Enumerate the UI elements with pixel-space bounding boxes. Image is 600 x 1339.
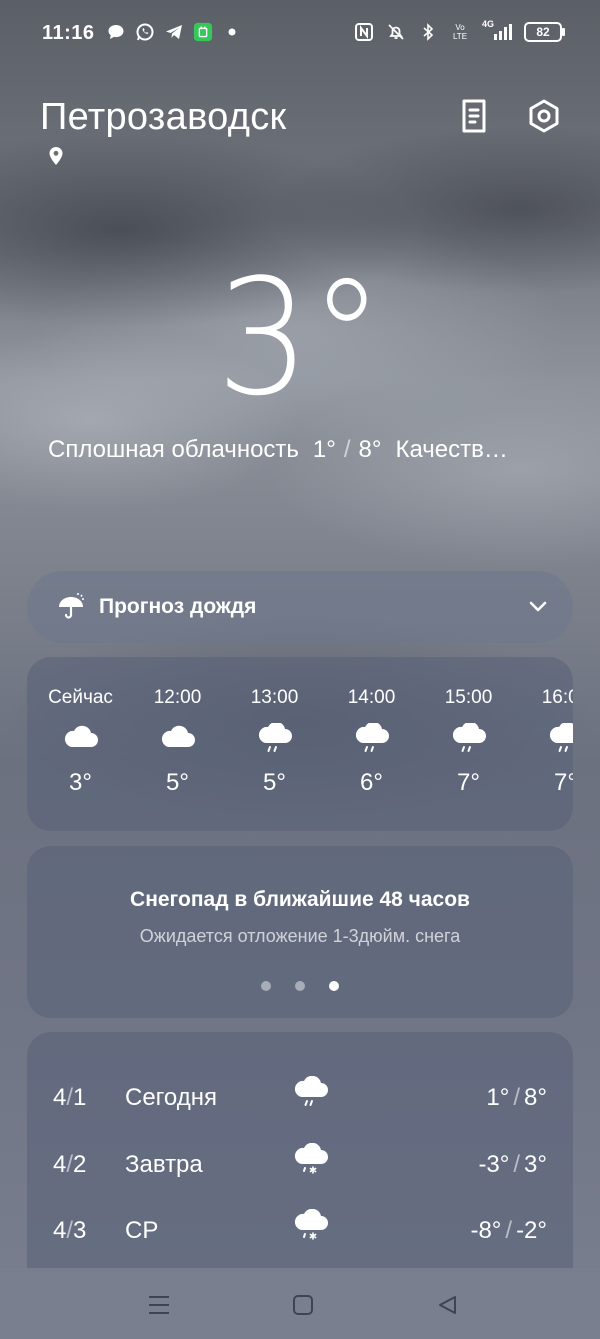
hour-time: 14:00 xyxy=(347,687,396,708)
telegram-icon xyxy=(164,22,184,42)
rain-cloud-icon xyxy=(258,723,292,752)
hour-temp: 7° xyxy=(554,769,573,796)
hourly-forecast-card[interactable]: Сейчас 3° 12:00 5° 13:00 5° 14:00 6° 15:… xyxy=(27,657,573,831)
day-date: 4/2 xyxy=(53,1151,87,1178)
today-low: 1° xyxy=(312,436,336,463)
day-temp-range: -8° / -2° xyxy=(470,1217,547,1244)
hour-item: 12:00 5° xyxy=(129,657,226,797)
alert-subtitle: Ожидается отложение 1-3дюйм. снега xyxy=(139,926,461,946)
current-temperature: 3° xyxy=(216,244,384,431)
carousel-pagination xyxy=(27,981,573,991)
rain-forecast-label: Прогноз дождя xyxy=(99,595,257,618)
hour-temp: 3° xyxy=(69,769,92,796)
condition-summary: Сплошная облачность 1° / 8° Качеств… xyxy=(48,436,558,464)
hour-temp: 7° xyxy=(457,769,480,796)
day-name: Сегодня xyxy=(125,1084,217,1111)
umbrella-icon xyxy=(59,593,84,619)
daily-row-today[interactable]: 4/1 Сегодня 1°/8° xyxy=(27,1075,573,1116)
condition-text: Сплошная облачность xyxy=(48,436,299,463)
rain-cloud-icon xyxy=(355,723,389,752)
chevron-down-icon[interactable] xyxy=(527,595,549,617)
signal-4g-icon: 4G xyxy=(482,19,512,42)
weather-alert-card[interactable]: Снегопад в ближайшие 48 часов Ожидается … xyxy=(27,846,573,1018)
day-date: 4/1 xyxy=(53,1084,87,1111)
hourly-strip[interactable]: Сейчас 3° 12:00 5° 13:00 5° 14:00 6° 15:… xyxy=(27,657,573,797)
today-high: 8° xyxy=(358,436,382,463)
rain-cloud-icon xyxy=(549,723,573,752)
dot-icon xyxy=(222,22,242,42)
settings-button[interactable] xyxy=(524,96,564,136)
hour-time: 13:00 xyxy=(250,687,299,708)
rain-forecast-card[interactable]: Прогноз дождя xyxy=(27,571,573,643)
whatsapp-icon xyxy=(135,22,155,42)
rain-cloud-icon xyxy=(452,723,486,752)
hour-item: 15:00 7° xyxy=(420,657,517,797)
document-icon xyxy=(462,99,486,133)
daily-row-tomorrow[interactable]: 4/2 Завтра -3°/3° xyxy=(27,1142,573,1183)
hour-item: 16:00 7° xyxy=(517,657,573,797)
battery-indicator: 82 xyxy=(524,22,565,42)
hour-temp: 6° xyxy=(360,769,383,796)
notification-icons xyxy=(106,22,242,42)
day-temp-range: 1°/8° xyxy=(486,1084,547,1111)
daily-forecast-card: 4/1 Сегодня 1°/8° 4/2 Завтра -3°/3° 4/3 … xyxy=(27,1032,573,1272)
nfc-icon xyxy=(354,22,374,42)
volte-icon: Vo LTE xyxy=(452,23,468,41)
page-dot-active[interactable] xyxy=(329,981,339,991)
hour-time: 12:00 xyxy=(153,687,202,708)
menu-lines-icon xyxy=(149,1296,169,1314)
sleet-cloud-icon xyxy=(294,1208,328,1240)
location-pin-icon xyxy=(48,146,64,171)
page-dot[interactable] xyxy=(295,981,305,991)
recent-apps-button[interactable] xyxy=(144,1290,174,1320)
day-temp-range: -3°/3° xyxy=(478,1151,547,1178)
alert-title: Снегопад в ближайшие 48 часов xyxy=(130,888,470,911)
daily-row-wednesday[interactable]: 4/3 СР -8° / -2° xyxy=(27,1208,573,1249)
bluetooth-icon xyxy=(418,22,438,42)
temp-separator: / xyxy=(343,436,351,463)
square-icon xyxy=(293,1295,313,1315)
day-name: СР xyxy=(125,1217,159,1244)
hour-time: 15:00 xyxy=(444,687,493,708)
app-notification-icon xyxy=(193,22,213,42)
cloud-icon xyxy=(161,725,195,747)
status-bar: 11:16 Vo LTE 4G 82 xyxy=(0,0,600,70)
city-list-button[interactable] xyxy=(454,96,494,136)
status-time: 11:16 xyxy=(42,22,95,44)
air-quality-link[interactable]: Качеств… xyxy=(396,436,508,464)
chat-bubble-icon xyxy=(106,22,126,42)
home-button[interactable] xyxy=(288,1290,318,1320)
hour-item: Сейчас 3° xyxy=(32,657,129,797)
back-triangle-icon xyxy=(439,1296,456,1314)
hour-item: 13:00 5° xyxy=(226,657,323,797)
page-dot[interactable] xyxy=(261,981,271,991)
system-navigation-bar xyxy=(0,1268,600,1339)
day-name: Завтра xyxy=(125,1151,203,1178)
cloud-icon xyxy=(64,725,98,747)
hour-time: 16:00 xyxy=(541,687,573,708)
hour-temp: 5° xyxy=(263,769,286,796)
day-date: 4/3 xyxy=(53,1217,87,1244)
sleet-cloud-icon xyxy=(294,1142,328,1174)
gear-icon xyxy=(529,99,559,133)
hour-temp: 5° xyxy=(166,769,189,796)
rain-cloud-icon xyxy=(294,1075,328,1106)
hour-time: Сейчас xyxy=(48,687,113,708)
system-icons: Vo LTE 4G 82 xyxy=(354,19,565,42)
hour-item: 14:00 6° xyxy=(323,657,420,797)
mute-bell-icon xyxy=(386,22,406,42)
city-name[interactable]: Петрозаводск xyxy=(40,96,286,139)
back-button[interactable] xyxy=(432,1290,462,1320)
